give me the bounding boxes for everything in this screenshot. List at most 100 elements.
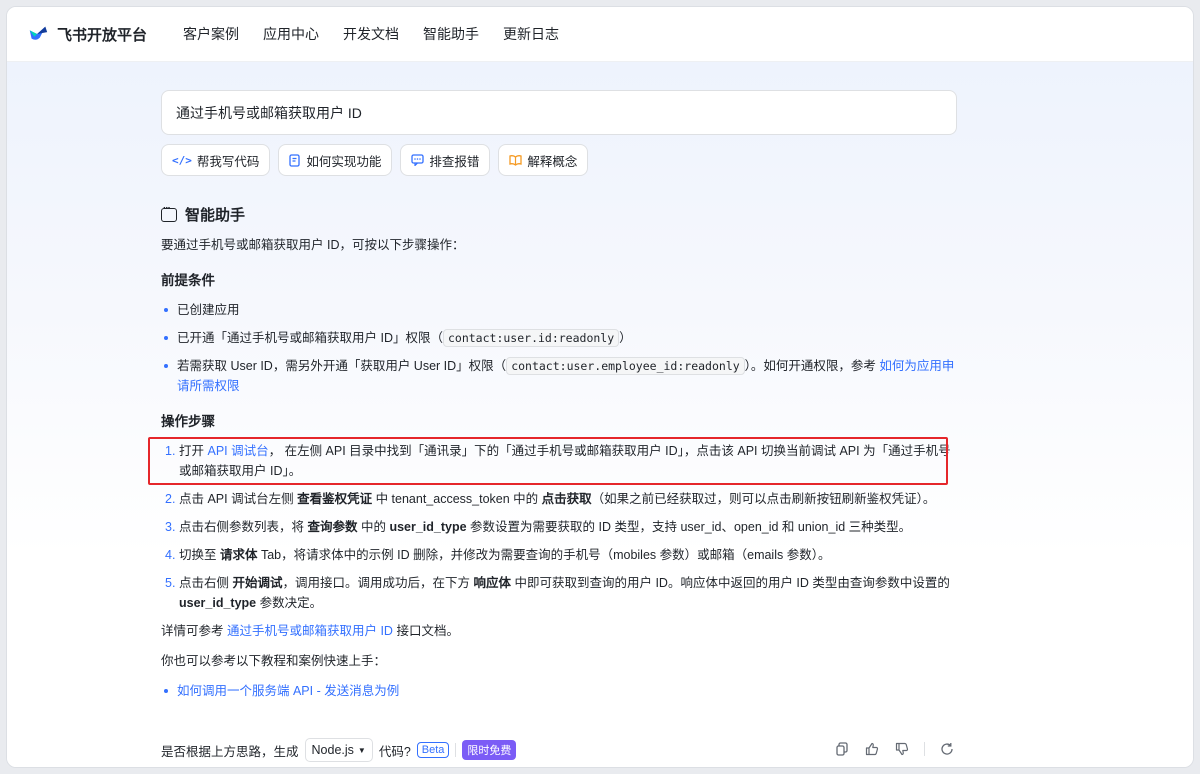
chip-explain[interactable]: 解释概念	[498, 144, 589, 176]
beta-badge: Beta	[416, 742, 450, 758]
step-bold: 响应体	[473, 576, 511, 590]
scope-code: contact:user.employee_id:readonly	[506, 357, 745, 375]
step-bold: 点击获取	[541, 492, 592, 506]
prereq-text: 已创建应用	[177, 303, 240, 317]
tutorial-intro: 你也可以参考以下教程和案例快速上手：	[161, 654, 387, 668]
thumbs-down-icon[interactable]	[894, 741, 910, 757]
step-item: 5. 点击右侧 开始调试，调用接口。调用成功后，在下方 响应体 中即可获取到查询…	[161, 573, 957, 613]
document-icon	[289, 153, 301, 167]
refresh-icon[interactable]	[939, 741, 955, 757]
user-query: 通过手机号或邮箱获取用户 ID	[161, 90, 957, 135]
scope-code: contact:user.id:readonly	[442, 329, 620, 347]
book-icon	[509, 155, 523, 166]
step-text: 点击右侧	[179, 576, 233, 590]
language-select[interactable]: Node.js ▼	[304, 738, 373, 762]
assistant-title: 智能助手	[185, 207, 246, 224]
prereq-heading: 前提条件	[161, 273, 215, 288]
chip-label: 如何实现功能	[306, 154, 382, 169]
step-text: 中即可获取到查询的用户 ID。响应体中返回的用户 ID 类型由查询参数中设置的	[511, 576, 950, 590]
chip-write-code[interactable]: </> 帮我写代码	[161, 144, 271, 176]
step-bold: 查看鉴权凭证	[297, 492, 373, 506]
chip-troubleshoot[interactable]: 排查报错	[400, 144, 491, 176]
chip-label: 排查报错	[429, 154, 480, 169]
step-text: 参数设置为需要获取的 ID 类型，支持 user_id、open_id 和 un…	[466, 520, 912, 534]
api-console-link[interactable]: API 调试台	[207, 444, 268, 458]
tutorial-link[interactable]: 如何调用一个服务端 API - 发送消息为例	[177, 684, 399, 698]
step-item: 4. 切换至 请求体 Tab，将请求体中的示例 ID 删除，并修改为需要查询的手…	[161, 545, 957, 565]
nav-changelog[interactable]: 更新日志	[503, 24, 559, 44]
step-text: 中 tenant_access_token 中的	[372, 492, 542, 506]
chip-how-to[interactable]: 如何实现功能	[278, 144, 393, 176]
step-text: ， 在左侧 API 目录中找到「通讯录」下的「通过手机号或邮箱获取用户 ID」，…	[179, 444, 951, 478]
step-bold: 请求体	[219, 548, 258, 562]
list-item: 若需获取 User ID，需另外开通「获取用户 User ID」权限（ conta…	[161, 356, 957, 396]
step-item: 1. 打开 API 调试台， 在左侧 API 目录中找到「通讯录」下的「通过手机…	[148, 437, 957, 485]
conversation: 通过手机号或邮箱获取用户 ID </> 帮我写代码 如何实现功能 排查报错 解释…	[148, 90, 957, 709]
step-text: 打开	[179, 444, 208, 458]
step-text: 点击右侧参数列表，将	[179, 520, 308, 534]
brand-logo[interactable]: 飞书开放平台	[27, 23, 147, 45]
reference-text: 详情可参考	[161, 624, 227, 638]
list-item: 已创建应用	[161, 300, 957, 320]
answer-intro: 要通过手机号或邮箱获取用户 ID，可按以下步骤操作：	[161, 238, 465, 252]
chip-label: 帮我写代码	[196, 154, 260, 169]
step-number: 1.	[165, 444, 176, 458]
generate-suffix[interactable]: 代码?	[379, 741, 411, 760]
divider	[455, 743, 457, 757]
step-text: （如果之前已经获取过，则可以点击刷新按钮刷新鉴权凭证）。	[591, 492, 936, 506]
top-navigation: 飞书开放平台 客户案例 应用中心 开发文档 智能助手 更新日志	[7, 7, 1193, 62]
assistant-header: 智能助手	[161, 203, 957, 225]
tutorial-list: 如何调用一个服务端 API - 发送消息为例	[161, 681, 957, 701]
prereq-text: 若需获取 User ID，需另外开通「获取用户 User ID」权限（	[177, 359, 507, 373]
chat-icon	[411, 154, 425, 166]
nav-customer-cases[interactable]: 客户案例	[183, 24, 239, 44]
step-text: 参数决定。	[256, 596, 323, 610]
reference-line: 详情可参考 通过手机号或邮箱获取用户 ID 接口文档。	[161, 621, 957, 641]
step-bold: 开始调试	[232, 576, 283, 590]
step-number: 3.	[165, 520, 176, 534]
step-text: ，调用接口。调用成功后，在下方	[282, 576, 474, 590]
generate-prompt: 是否根据上方思路，生成	[161, 744, 299, 759]
step-text: 点击 API 调试台左侧	[179, 492, 298, 506]
main-area: 通过手机号或邮箱获取用户 ID </> 帮我写代码 如何实现功能 排查报错 解释…	[7, 62, 1193, 767]
list-item: 如何调用一个服务端 API - 发送消息为例	[161, 681, 957, 701]
step-bold: 查询参数	[307, 520, 358, 534]
step-number: 2.	[165, 492, 176, 506]
step-bold: user_id_type	[179, 596, 257, 610]
answer-actions	[834, 741, 955, 757]
brand-name: 飞书开放平台	[57, 26, 148, 44]
prereq-text: ）	[619, 331, 632, 345]
step-text: 中的	[357, 520, 390, 534]
list-item: 已开通「通过手机号或邮箱获取用户 ID」权限（ contact:user.id:r…	[161, 328, 957, 348]
language-value: Node.js	[311, 743, 354, 757]
steps-list: 1. 打开 API 调试台， 在左侧 API 目录中找到「通讯录」下的「通过手机…	[148, 437, 957, 613]
chip-label: 解释概念	[527, 154, 578, 169]
prereq-text: 已开通「通过手机号或邮箱获取用户 ID」权限（	[177, 331, 443, 345]
prereq-list: 已创建应用 已开通「通过手机号或邮箱获取用户 ID」权限（ contact:use…	[161, 300, 957, 396]
reference-text: 接口文档。	[392, 624, 459, 638]
feishu-logo-icon	[29, 26, 48, 40]
free-badge: 限时免费	[462, 740, 517, 760]
nav-app-center[interactable]: 应用中心	[263, 24, 319, 44]
nav-assistant[interactable]: 智能助手	[423, 24, 479, 44]
step-number: 4.	[165, 548, 176, 562]
caret-down-icon: ▼	[357, 745, 366, 755]
copy-icon[interactable]	[834, 741, 850, 757]
step-item: 3. 点击右侧参数列表，将 查询参数 中的 user_id_type 参数设置为…	[161, 517, 957, 537]
prereq-text: ）。如何开通权限，参考	[744, 359, 880, 373]
step-number: 5.	[165, 576, 176, 590]
app-window: 飞书开放平台 客户案例 应用中心 开发文档 智能助手 更新日志 通过手机号或邮箱…	[6, 6, 1194, 768]
step-bold: user_id_type	[389, 520, 467, 534]
step-text: Tab，将请求体中的示例 ID 删除，并修改为需要查询的手机号（mobiles …	[257, 548, 831, 562]
assistant-chat-icon	[161, 203, 177, 222]
quick-actions: </> 帮我写代码 如何实现功能 排查报错 解释概念	[161, 144, 957, 176]
step-text: 切换至	[179, 548, 220, 562]
steps-heading: 操作步骤	[161, 414, 215, 429]
api-doc-link[interactable]: 通过手机号或邮箱获取用户 ID	[227, 624, 393, 638]
step-item: 2. 点击 API 调试台左侧 查看鉴权凭证 中 tenant_access_t…	[161, 489, 957, 509]
nav-dev-docs[interactable]: 开发文档	[343, 24, 399, 44]
divider	[924, 742, 925, 756]
main-nav: 客户案例 应用中心 开发文档 智能助手 更新日志	[183, 24, 559, 44]
thumbs-up-icon[interactable]	[864, 741, 880, 757]
code-icon: </>	[172, 153, 192, 167]
